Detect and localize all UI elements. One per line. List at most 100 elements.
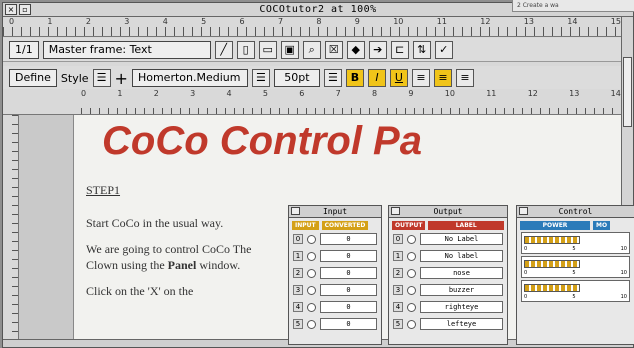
status-led-icon[interactable] [307, 302, 316, 312]
scroll-thumb[interactable] [623, 57, 632, 127]
channel-number: 3 [393, 285, 403, 295]
control-title-bar[interactable]: Control [517, 206, 634, 218]
input-panel[interactable]: Input INPUT CONVERTED 001020304050 [288, 205, 382, 345]
status-led-icon[interactable] [307, 268, 316, 278]
font-size-field[interactable]: 50pt [273, 69, 320, 87]
status-led-icon[interactable] [307, 251, 316, 261]
status-led-icon[interactable] [407, 319, 416, 329]
italic-button[interactable]: I [367, 69, 386, 87]
input-title-bar[interactable]: Input [289, 206, 381, 218]
power-meter[interactable]: 0 5 10 [521, 232, 630, 254]
align-left-icon[interactable]: ≡ [411, 69, 430, 87]
font-name-field[interactable]: Homerton.Medium [131, 69, 248, 87]
scale-label: 5 [572, 270, 576, 276]
output-value-field[interactable]: righteye [420, 301, 503, 313]
channel-number: 1 [393, 251, 403, 261]
window-title: COCOtutor2 at 100% [259, 4, 377, 15]
ruler-number: 11 [486, 89, 497, 98]
frame-label[interactable]: Master frame: Text [42, 40, 211, 59]
close-icon[interactable]: × [5, 4, 17, 15]
scale-label: 5 [572, 246, 576, 252]
size-menu-icon[interactable]: ☰ [323, 69, 342, 87]
input-value-field[interactable]: 0 [320, 233, 377, 245]
body-text: Start CoCo in the usual way. We are goin… [86, 215, 286, 309]
output-col-header: OUTPUT [392, 221, 426, 230]
power-meter[interactable]: 0 5 10 [521, 280, 630, 302]
input-row[interactable]: 00 [293, 232, 377, 246]
output-row[interactable]: 3 buzzer [393, 283, 503, 297]
import-icon[interactable]: ◆ [346, 40, 365, 59]
input-row[interactable]: 30 [293, 283, 377, 297]
back-icon[interactable]: ▫ [19, 4, 31, 15]
input-value-field[interactable]: 0 [320, 284, 377, 296]
ruler-number: 0 [9, 17, 15, 26]
headline: CoCo Control Pa [102, 119, 422, 163]
ruler-number: 3 [124, 17, 130, 26]
pencil-icon[interactable]: ╱ [214, 40, 233, 59]
channel-number: 4 [393, 302, 403, 312]
page-number[interactable]: 1/1 [9, 40, 39, 59]
output-value-field[interactable]: lefteye [420, 318, 503, 330]
power-bar [524, 236, 580, 244]
ruler-number: 5 [201, 17, 207, 26]
channel-number: 5 [293, 319, 303, 329]
input-row[interactable]: 50 [293, 317, 377, 331]
plus-icon[interactable]: + [115, 69, 128, 88]
align-right-icon[interactable]: ≡ [455, 69, 474, 87]
output-value-field[interactable]: No label [420, 250, 503, 262]
ruler-number: 14 [610, 89, 621, 98]
save-icon[interactable]: ▣ [280, 40, 299, 59]
input-value-field[interactable]: 0 [320, 250, 377, 262]
input-value-field[interactable]: 0 [320, 301, 377, 313]
label-col-header: LABEL [428, 221, 504, 230]
vertical-ruler [3, 115, 19, 339]
output-value-field[interactable]: buzzer [420, 284, 503, 296]
link-icon[interactable]: ⊏ [390, 40, 409, 59]
arrow-right-icon[interactable]: ➔ [368, 40, 387, 59]
search-icon[interactable]: ⌕ [302, 40, 321, 59]
align-center-icon[interactable]: ≡ [433, 69, 452, 87]
spellcheck-icon[interactable]: ✓ [434, 40, 453, 59]
status-led-icon[interactable] [407, 251, 416, 261]
page-icon[interactable]: ▭ [258, 40, 277, 59]
status-led-icon[interactable] [407, 285, 416, 295]
output-row[interactable]: 1 No label [393, 249, 503, 263]
ruler-number: 4 [226, 89, 232, 98]
input-col-header: INPUT [292, 221, 319, 230]
control-panel[interactable]: Control POWER MO 0 5 10 0 5 10 0 5 10 [516, 205, 634, 345]
output-row[interactable]: 4 righteye [393, 300, 503, 314]
input-row[interactable]: 10 [293, 249, 377, 263]
define-button[interactable]: Define [9, 69, 57, 87]
status-led-icon[interactable] [307, 285, 316, 295]
status-led-icon[interactable] [307, 319, 316, 329]
style-menu-icon[interactable]: ☰ [92, 69, 111, 87]
output-value-field[interactable]: nose [420, 267, 503, 279]
output-panel[interactable]: Output OUTPUT LABEL 0 No Label 1 No label 2 no… [388, 205, 508, 345]
ruler-number: 7 [277, 17, 284, 26]
font-menu-icon[interactable]: ☰ [251, 69, 270, 87]
status-led-icon[interactable] [407, 302, 416, 312]
output-value-field[interactable]: No Label [420, 233, 503, 245]
status-led-icon[interactable] [407, 268, 416, 278]
output-title-bar[interactable]: Output [389, 206, 507, 218]
input-row[interactable]: 40 [293, 300, 377, 314]
output-row[interactable]: 2 nose [393, 266, 503, 280]
bold-button[interactable]: B [345, 69, 364, 87]
underline-button[interactable]: U [389, 69, 408, 87]
power-meter[interactable]: 0 5 10 [521, 256, 630, 278]
output-row[interactable]: 5 lefteye [393, 317, 503, 331]
meter-scale: 0 5 10 [524, 246, 627, 252]
input-value-field[interactable]: 0 [320, 318, 377, 330]
sort-icon[interactable]: ⇅ [412, 40, 431, 59]
frame-icon[interactable]: ▯ [236, 40, 255, 59]
input-value-field[interactable]: 0 [320, 267, 377, 279]
channel-number: 3 [293, 285, 303, 295]
output-row[interactable]: 0 No Label [393, 232, 503, 246]
status-led-icon[interactable] [407, 234, 416, 244]
paragraph-3: Click on the 'X' on the [86, 284, 194, 298]
close-frame-icon[interactable]: ☒ [324, 40, 343, 59]
input-row[interactable]: 20 [293, 266, 377, 280]
ruler-number: 15 [610, 17, 621, 26]
text-ruler[interactable]: 0 1 2 3 4 5 6 7 8 9 10 11 12 13 14 [3, 89, 621, 115]
status-led-icon[interactable] [307, 234, 316, 244]
